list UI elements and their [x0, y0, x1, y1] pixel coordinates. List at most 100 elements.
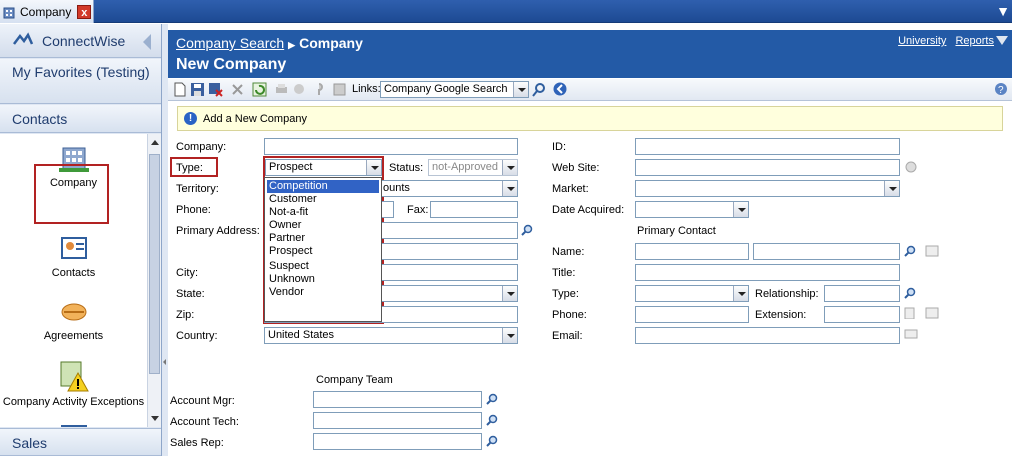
country-label: Country: [176, 330, 218, 342]
search-icon[interactable] [521, 224, 533, 236]
links-label: Links: [352, 83, 381, 95]
state-label: State: [176, 288, 205, 300]
links-select[interactable]: Company Google Search [380, 81, 529, 98]
date-acquired-picker[interactable] [635, 201, 749, 218]
top-tab-bar: Company x ▼ [0, 0, 1012, 23]
nav-contacts-section[interactable]: Contacts [0, 105, 161, 133]
search-icon[interactable] [904, 287, 916, 299]
nav-item-list: Company Contacts Agreements Company Acti… [0, 134, 147, 427]
contact-type-select[interactable] [635, 285, 749, 302]
fax-label: Fax: [407, 204, 429, 216]
status-label: Status: [389, 162, 424, 174]
nav-my-favorites[interactable]: My Favorites (Testing) [0, 59, 161, 104]
pin-location-icon[interactable] [312, 82, 327, 97]
search-icon[interactable] [532, 82, 547, 97]
scroll-up-icon[interactable] [151, 140, 159, 145]
email-input[interactable] [635, 327, 900, 344]
contact-card-icon[interactable] [925, 245, 939, 257]
type-option-owner[interactable]: Owner [267, 219, 379, 232]
contact-title-input[interactable] [635, 264, 900, 281]
relationship-input[interactable] [824, 285, 900, 302]
search-icon[interactable] [904, 245, 916, 257]
market-select[interactable] [635, 180, 900, 197]
new-document-icon[interactable] [172, 82, 187, 97]
collapse-nav-icon[interactable] [143, 34, 151, 50]
save-and-close-icon[interactable] [208, 82, 223, 97]
type-option-suspect[interactable]: Suspect [267, 260, 379, 273]
print-icon[interactable] [274, 82, 289, 97]
nav-scrollbar[interactable] [147, 134, 161, 427]
type-option-prospect[interactable]: Prospect [267, 245, 379, 258]
type-option-vendor[interactable]: Vendor [267, 286, 379, 299]
market-label: Market: [552, 183, 589, 195]
chevron-down-icon[interactable] [884, 181, 899, 196]
nav-sales-section[interactable]: Sales [0, 428, 161, 456]
search-icon[interactable] [486, 414, 498, 426]
country-select[interactable]: United States [264, 327, 518, 344]
scrollbar-thumb[interactable] [149, 154, 160, 374]
follow-icon[interactable] [292, 82, 307, 97]
chevron-down-icon[interactable] [502, 181, 517, 196]
contact-card-icon[interactable] [925, 307, 939, 319]
collapse-arrow-icon[interactable] [163, 359, 166, 365]
chevron-down-icon[interactable] [502, 286, 517, 301]
links-select-value: Company Google Search [384, 83, 508, 95]
territory-label: Territory: [176, 183, 219, 195]
help-icon[interactable]: ? [994, 82, 1009, 97]
tab-company[interactable]: Company x [0, 0, 94, 23]
tab-label: Company [20, 4, 72, 19]
sales-rep-input[interactable] [313, 433, 482, 450]
breadcrumb-company-search-link[interactable]: Company Search [176, 35, 284, 51]
nav-item-more[interactable] [0, 422, 147, 427]
nav-item-agreements[interactable]: Agreements [0, 297, 147, 342]
nav-item-company-activity-exceptions[interactable]: Company Activity Exceptions [0, 359, 147, 408]
company-input[interactable] [264, 138, 518, 155]
go-icon[interactable] [553, 82, 568, 97]
type-option-competition[interactable]: Competition [267, 180, 379, 193]
type-option-unknown[interactable]: Unknown [267, 273, 379, 286]
nav-item-label: Agreements [43, 330, 104, 342]
scroll-down-icon[interactable] [151, 416, 159, 421]
filter-icon[interactable] [996, 36, 1008, 45]
info-icon: ! [184, 112, 197, 125]
account-tech-label: Account Tech: [170, 416, 239, 428]
contact-phone-label: Phone: [552, 309, 587, 321]
first-name-input[interactable] [635, 243, 749, 260]
connectwise-header: ConnectWise [0, 24, 161, 58]
globe-icon[interactable] [905, 161, 917, 173]
type-option-customer[interactable]: Customer [267, 193, 379, 206]
nav-item-contacts[interactable]: Contacts [0, 234, 147, 279]
pin-icon[interactable]: ▼ [996, 3, 1010, 19]
account-mgr-label: Account Mgr: [170, 395, 235, 407]
reports-link[interactable]: Reports [955, 35, 994, 47]
type-option-not-a-fit[interactable]: Not-a-fit [267, 206, 379, 219]
chevron-down-icon[interactable] [733, 286, 748, 301]
chevron-down-icon[interactable] [502, 328, 517, 343]
type-option-partner[interactable]: Partner [267, 232, 379, 245]
website-input[interactable] [635, 159, 900, 176]
zip-label: Zip: [176, 309, 195, 321]
extension-input[interactable] [824, 306, 900, 323]
type-dropdown-list[interactable]: Competition Customer Not-a-fit Owner Par… [264, 177, 382, 322]
fax-input[interactable] [430, 201, 518, 218]
delete-icon[interactable] [230, 82, 245, 97]
account-tech-input[interactable] [313, 412, 482, 429]
nav-item-label: Contacts [51, 267, 96, 279]
phone-list-icon[interactable] [904, 307, 916, 319]
sales-rep-label: Sales Rep: [170, 437, 224, 449]
contact-phone-input[interactable] [635, 306, 749, 323]
last-name-input[interactable] [753, 243, 900, 260]
id-input[interactable] [635, 138, 900, 155]
chevron-down-icon[interactable] [513, 82, 528, 97]
tab-close-button[interactable]: x [77, 4, 92, 19]
search-icon[interactable] [486, 435, 498, 447]
account-mgr-input[interactable] [313, 391, 482, 408]
university-link[interactable]: University [898, 35, 946, 47]
contact-title-label: Title: [552, 267, 576, 279]
calendar-dropdown-icon[interactable] [733, 202, 748, 217]
calculator-icon[interactable] [332, 82, 347, 97]
refresh-icon[interactable] [252, 82, 267, 97]
save-icon[interactable] [190, 82, 205, 97]
email-icon[interactable] [904, 328, 918, 340]
search-icon[interactable] [486, 393, 498, 405]
